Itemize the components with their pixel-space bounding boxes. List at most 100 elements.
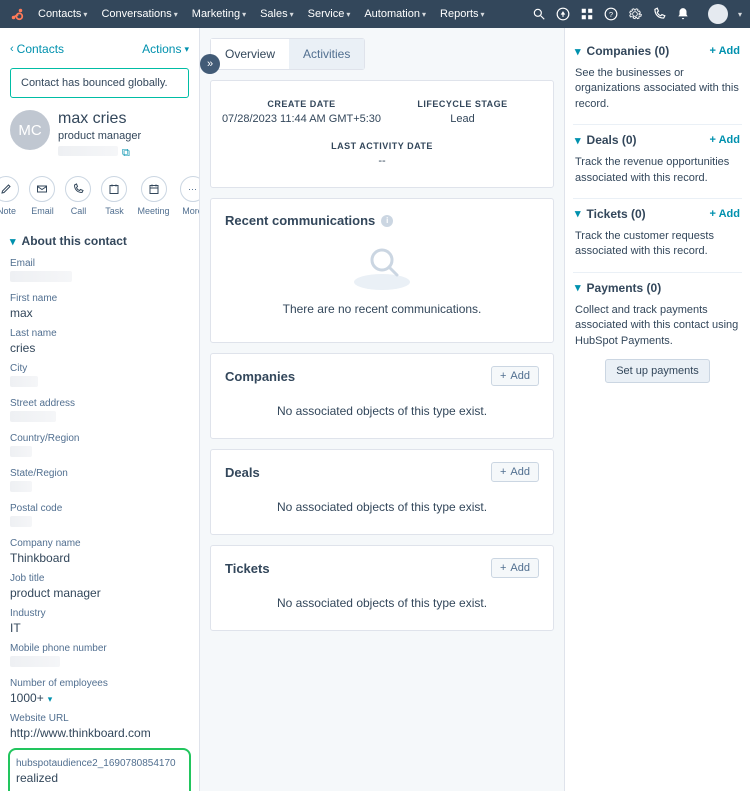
right-payments-desc: Collect and track payments associated wi… [575, 303, 740, 349]
right-payments-toggle[interactable]: ▾Payments (0) [575, 281, 661, 295]
field-country[interactable]: Country/Region [8, 429, 191, 464]
plus-icon: + [500, 370, 506, 382]
field-state[interactable]: State/Region [8, 464, 191, 499]
account-avatar[interactable] [708, 4, 728, 24]
setup-payments-button[interactable]: Set up payments [605, 359, 710, 383]
chevron-down-icon: ▾ [10, 235, 16, 248]
nav-sales[interactable]: Sales▾ [254, 4, 300, 24]
chevron-down-icon: ▾ [738, 10, 742, 19]
back-to-contacts-link[interactable]: ‹ Contacts [10, 42, 64, 56]
call-button[interactable]: Call [65, 176, 91, 216]
calling-icon[interactable] [652, 7, 666, 21]
right-add-deal-link[interactable]: + Add [710, 134, 740, 146]
more-button[interactable]: ⋯More [180, 176, 200, 216]
chevron-down-icon: ▾ [575, 45, 581, 58]
notifications-icon[interactable] [676, 7, 690, 21]
add-deal-button[interactable]: +Add [491, 462, 539, 482]
settings-icon[interactable] [628, 7, 642, 21]
right-add-company-link[interactable]: + Add [710, 45, 740, 57]
last-activity-label: LAST ACTIVITY DATE [221, 141, 543, 151]
meeting-button[interactable]: Meeting [137, 176, 169, 216]
add-ticket-button[interactable]: +Add [491, 558, 539, 578]
svg-text:?: ? [609, 10, 613, 19]
chevron-down-icon: ▾ [575, 134, 581, 147]
right-payments-section: ▾Payments (0) Collect and track payments… [573, 273, 742, 395]
chevron-down-icon: ▾ [48, 694, 53, 704]
right-tickets-desc: Track the customer requests associated w… [575, 229, 740, 260]
hubspot-logo-icon[interactable] [8, 5, 26, 23]
tickets-card: Tickets +Add No associated objects of th… [210, 545, 554, 631]
field-job-title[interactable]: Job titleproduct manager [8, 569, 191, 604]
email-button[interactable]: Email [29, 176, 55, 216]
task-button[interactable]: Task [101, 176, 127, 216]
search-icon[interactable] [532, 7, 546, 21]
nav-service[interactable]: Service▾ [302, 4, 357, 24]
chevron-down-icon: ▾ [575, 207, 581, 220]
info-icon[interactable]: i [381, 215, 393, 227]
chevron-down-icon: ▾ [83, 10, 87, 19]
nav-conversations[interactable]: Conversations▾ [95, 4, 183, 24]
nav-marketing[interactable]: Marketing▾ [186, 4, 252, 24]
nav-menus: Contacts▾ Conversations▾ Marketing▾ Sale… [32, 4, 491, 24]
recent-communications-empty: There are no recent communications. [283, 302, 482, 316]
field-industry[interactable]: IndustryIT [8, 604, 191, 639]
companies-empty: No associated objects of this type exist… [225, 404, 539, 418]
plus-icon: + [500, 466, 506, 478]
field-postal[interactable]: Postal code [8, 499, 191, 534]
chevron-down-icon: ▾ [481, 10, 485, 19]
middle-column: » Overview Activities CREATE DATE 07/28/… [200, 28, 564, 791]
right-column: ▾Companies (0) + Add See the businesses … [564, 28, 750, 791]
contact-name: max cries [58, 110, 141, 128]
highlighted-custom-properties: hubspotaudience2_1690780854170realized h… [8, 748, 191, 791]
about-section-toggle[interactable]: ▾ About this contact [8, 228, 191, 254]
field-first-name[interactable]: First namemax [8, 289, 191, 324]
companies-title: Companies [225, 369, 295, 384]
add-company-button[interactable]: +Add [491, 366, 539, 386]
right-companies-desc: See the businesses or organizations asso… [575, 66, 740, 112]
marketplace-icon[interactable] [580, 7, 594, 21]
note-button[interactable]: Note [0, 176, 19, 216]
tickets-title: Tickets [225, 561, 270, 576]
create-date-label: CREATE DATE [221, 99, 382, 109]
right-add-ticket-link[interactable]: + Add [710, 208, 740, 220]
chevron-left-icon: ‹ [10, 43, 14, 55]
nav-contacts[interactable]: Contacts▾ [32, 4, 93, 24]
tab-overview[interactable]: Overview [211, 39, 289, 69]
deals-empty: No associated objects of this type exist… [225, 500, 539, 514]
right-deals-desc: Track the revenue opportunities associat… [575, 155, 740, 186]
contact-email-redacted [58, 146, 118, 156]
field-employees[interactable]: Number of employees1000+▾ [8, 674, 191, 709]
recent-communications-title: Recent communications [225, 213, 375, 228]
field-company[interactable]: Company nameThinkboard [8, 534, 191, 569]
help-icon[interactable]: ? [604, 7, 618, 21]
field-email[interactable]: Email [8, 254, 191, 289]
field-hubspotaudience2[interactable]: hubspotaudience2_1690780854170realized [14, 754, 185, 789]
tab-activities[interactable]: Activities [289, 39, 364, 69]
right-tickets-toggle[interactable]: ▾Tickets (0) [575, 207, 646, 221]
contact-job-title: product manager [58, 130, 141, 142]
upgrade-icon[interactable] [556, 7, 570, 21]
field-street[interactable]: Street address [8, 394, 191, 429]
right-tickets-section: ▾Tickets (0) + Add Track the customer re… [573, 199, 742, 273]
chevron-down-icon: ▾ [422, 10, 426, 19]
field-city[interactable]: City [8, 359, 191, 394]
top-nav: Contacts▾ Conversations▾ Marketing▾ Sale… [0, 0, 750, 28]
nav-reports[interactable]: Reports▾ [434, 4, 491, 24]
last-activity-value: -- [221, 155, 543, 167]
collapse-right-icon[interactable]: » [200, 54, 220, 74]
record-meta-card: CREATE DATE 07/28/2023 11:44 AM GMT+5:30… [210, 80, 554, 188]
field-mobile[interactable]: Mobile phone number [8, 639, 191, 674]
field-website[interactable]: Website URLhttp://www.thinkboard.com [8, 709, 191, 744]
chevron-down-icon: ▾ [174, 10, 178, 19]
actions-dropdown[interactable]: Actions ▾ [142, 42, 189, 56]
tickets-empty: No associated objects of this type exist… [225, 596, 539, 610]
lifecycle-stage-value: Lead [382, 113, 543, 125]
contact-header: MC max cries product manager ⧉ [8, 110, 191, 166]
right-companies-toggle[interactable]: ▾Companies (0) [575, 44, 669, 58]
field-last-name[interactable]: Last namecries [8, 324, 191, 359]
contact-avatar[interactable]: MC [10, 110, 50, 150]
nav-automation[interactable]: Automation▾ [358, 4, 432, 24]
copy-icon[interactable]: ⧉ [122, 147, 130, 159]
chevron-down-icon: ▾ [575, 281, 581, 294]
right-deals-toggle[interactable]: ▾Deals (0) [575, 133, 637, 147]
